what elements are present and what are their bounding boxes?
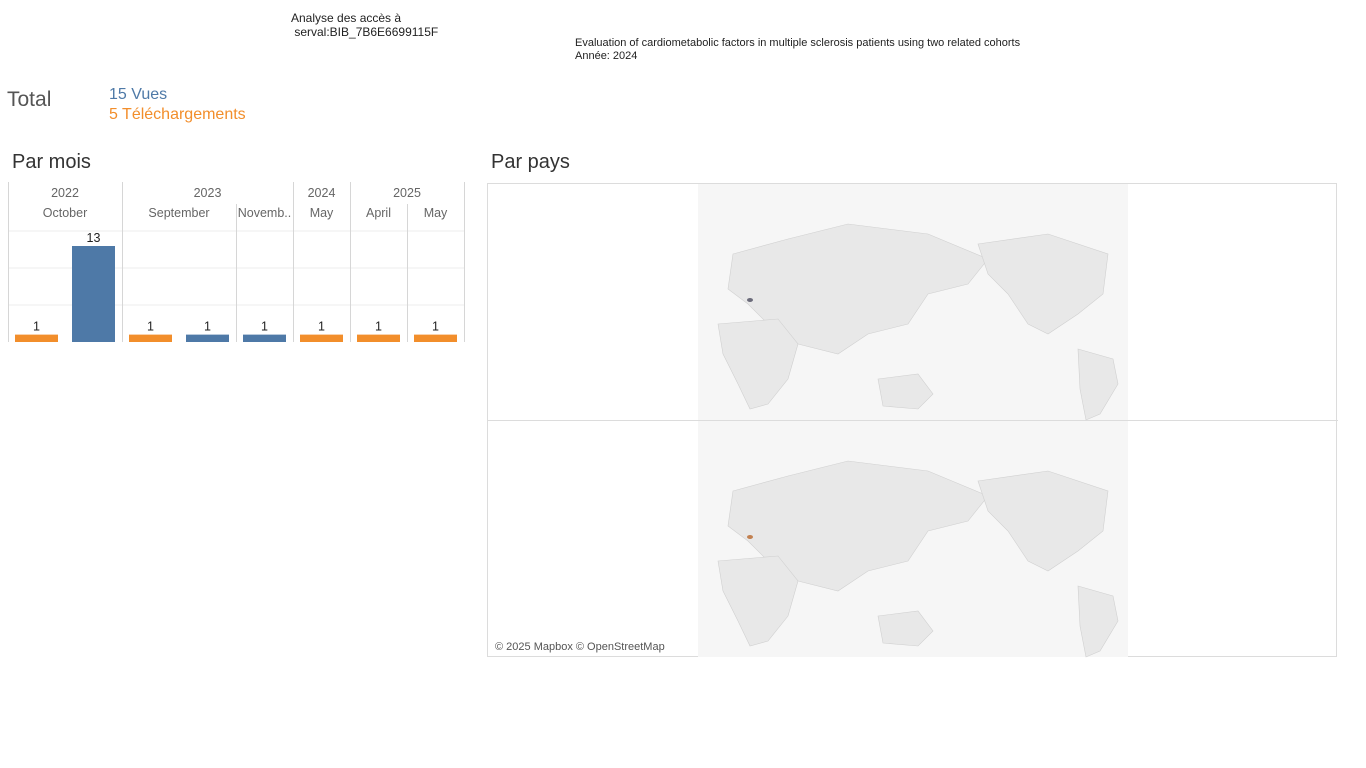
bar-value-label: 1 (318, 320, 325, 334)
publication-info: Evaluation of cardiometabolic factors in… (575, 37, 1020, 63)
bar-téléchargements-2025-may[interactable] (414, 334, 457, 342)
monthly-bar-chart: 1 13 1 1 1 1 1 1 2022 2023 2024 2025 October Septembe… (8, 182, 465, 342)
year-label: 2023 (194, 186, 222, 200)
bar-vues-2023-novemb[interactable] (243, 334, 286, 342)
map-credit: © 2025 Mapbox © OpenStreetMap (495, 641, 665, 653)
month-label: October (43, 206, 87, 220)
month-label: September (148, 206, 209, 220)
bar-téléchargements-2025-april[interactable] (357, 334, 400, 342)
publication-title: Evaluation of cardiometabolic factors in… (575, 37, 1021, 49)
bar-téléchargements-2023-september[interactable] (129, 334, 172, 342)
year-label: 2024 (308, 186, 336, 200)
country-section-title: Par pays (491, 151, 570, 173)
monthly-section-title: Par mois (12, 151, 91, 173)
total-label: Total (7, 88, 52, 111)
world-map[interactable] (488, 184, 1338, 658)
bar-value-label: 1 (432, 320, 439, 334)
total-downloads: 5 Téléchargements (109, 106, 246, 123)
bar-value-label: 1 (147, 320, 154, 334)
map-views[interactable] (698, 184, 1128, 421)
map-views-highlight-country[interactable] (747, 298, 753, 302)
month-label: Novemb.. (238, 206, 292, 220)
map-downloads-highlight-country[interactable] (747, 535, 753, 539)
bar-téléchargements-2024-may[interactable] (300, 334, 343, 342)
map-downloads[interactable] (698, 421, 1128, 658)
bar-vues-2023-september[interactable] (186, 334, 229, 342)
month-label: May (424, 206, 448, 220)
bar-value-label: 1 (261, 320, 268, 334)
bar-value-label: 1 (375, 320, 382, 334)
bar-value-label: 13 (87, 231, 101, 245)
bar-vues-2022-october[interactable] (72, 246, 115, 342)
bar-téléchargements-2022-october[interactable] (15, 334, 58, 342)
page-title: Analyse des accès à serval:BIB_7B6E66991… (291, 11, 439, 39)
year-label: 2025 (393, 186, 421, 200)
year-label: 2022 (51, 186, 79, 200)
publication-year: Année: 2024 (575, 50, 638, 62)
month-label: April (366, 206, 391, 220)
total-views: 15 Vues (109, 86, 168, 103)
world-map-panel[interactable] (487, 183, 1338, 658)
month-label: May (310, 206, 334, 220)
bar-value-label: 1 (33, 320, 40, 334)
bar-value-label: 1 (204, 320, 211, 334)
